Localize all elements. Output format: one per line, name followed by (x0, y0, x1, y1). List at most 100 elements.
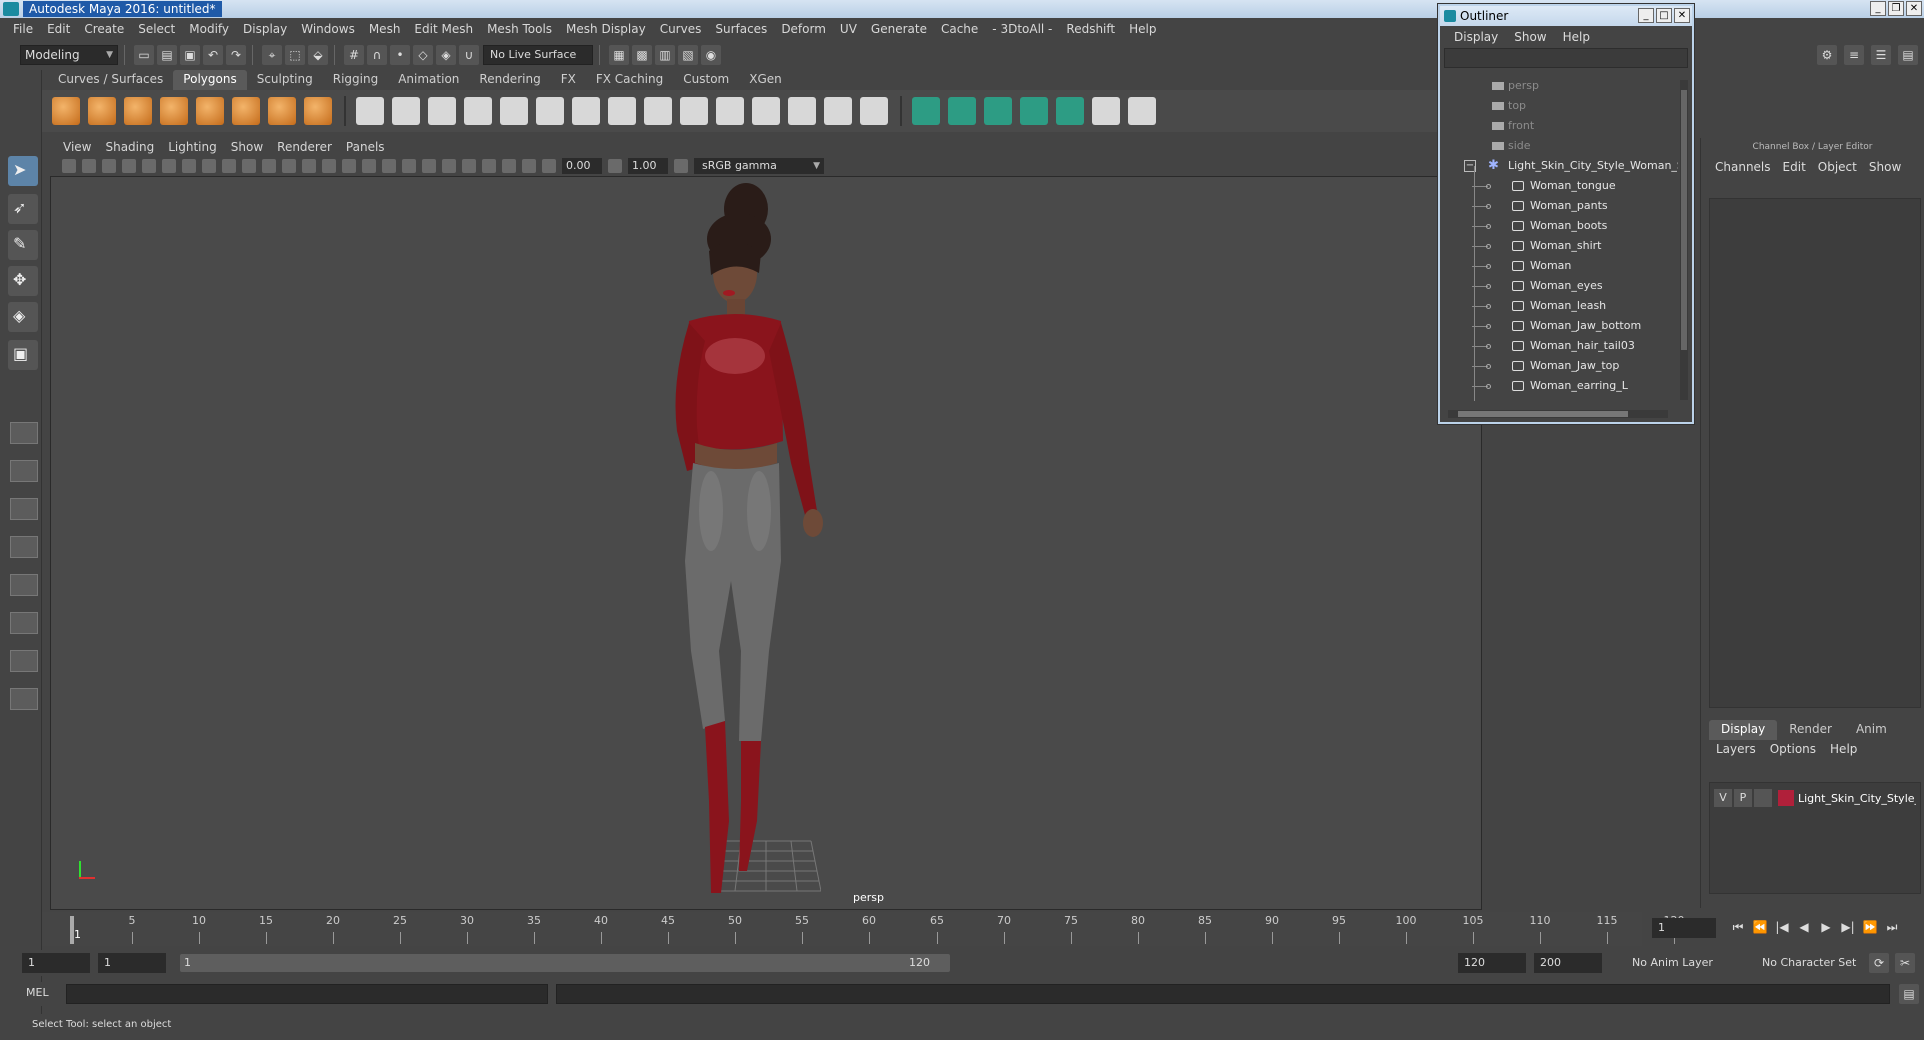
tab-anim[interactable]: Anim (1844, 720, 1899, 740)
outliner-item-woman-leash[interactable]: Woman_leash (1442, 296, 1678, 316)
character-model[interactable] (631, 181, 861, 901)
grid-toggle-icon[interactable] (182, 159, 196, 173)
menu-windows[interactable]: Windows (294, 22, 362, 36)
menu-redshift[interactable]: Redshift (1059, 22, 1122, 36)
tab-fx-caching[interactable]: FX Caching (586, 70, 673, 90)
persp-graph-layout[interactable] (10, 574, 38, 596)
exposure-icon[interactable] (542, 159, 556, 173)
scroll-thumb[interactable] (1681, 90, 1687, 350)
persp-outliner-layout[interactable] (10, 536, 38, 558)
snap-point-icon[interactable]: • (390, 45, 410, 65)
poly-pyramid-icon[interactable] (268, 97, 296, 125)
current-frame-field[interactable]: 1 (1652, 918, 1716, 938)
tool-settings-icon[interactable]: ☰ (1871, 45, 1891, 65)
lasso-tool-button[interactable]: ➶ (8, 194, 38, 224)
image-plane-icon[interactable] (122, 159, 136, 173)
tab-display[interactable]: Display (1709, 720, 1778, 740)
bookmark-icon[interactable] (102, 159, 116, 173)
hypershade-icon[interactable]: ◉ (701, 45, 721, 65)
modeling-toolkit-icon[interactable]: ⚙ (1817, 45, 1837, 65)
animation-end-field[interactable]: 200 (1534, 953, 1602, 973)
outliner-close-button[interactable]: ✕ (1674, 8, 1690, 23)
hypershade-layout[interactable] (10, 612, 38, 634)
gamma-icon[interactable] (608, 159, 622, 173)
panel-menu-lighting[interactable]: Lighting (161, 140, 224, 154)
auto-key-icon[interactable]: ⟳ (1869, 953, 1889, 973)
render-current-icon[interactable]: ▩ (632, 45, 652, 65)
scale-tool-button[interactable]: ▣ (8, 340, 38, 370)
panel-menu-shading[interactable]: Shading (98, 140, 161, 154)
panel-menu-renderer[interactable]: Renderer (270, 140, 339, 154)
layer-visibility-toggle[interactable]: V (1714, 789, 1732, 807)
tab-render[interactable]: Render (1777, 720, 1844, 740)
planar-uv-icon[interactable] (912, 97, 940, 125)
channel-menu-object[interactable]: Object (1812, 160, 1863, 174)
multi-cut-icon[interactable] (572, 97, 600, 125)
2d-pan-zoom-icon[interactable] (142, 159, 156, 173)
shadows-icon[interactable] (402, 159, 416, 173)
outliner-item-woman-jaw-bottom[interactable]: Woman_Jaw_bottom (1442, 316, 1678, 336)
outliner-title-bar[interactable]: Outliner _ □ ✕ (1440, 6, 1692, 26)
poly-plane-icon[interactable] (196, 97, 224, 125)
layer-menu-help[interactable]: Help (1823, 742, 1864, 756)
poly-cube-icon[interactable] (88, 97, 116, 125)
go-to-end-button[interactable]: ⏭ (1884, 918, 1900, 936)
snap-surface-icon[interactable]: ◈ (436, 45, 456, 65)
channel-list[interactable] (1709, 198, 1921, 708)
snap-grid-icon[interactable]: # (344, 45, 364, 65)
uv-editor-icon[interactable] (1056, 97, 1084, 125)
reduce-icon[interactable] (500, 97, 528, 125)
snap-view-icon[interactable]: ◇ (413, 45, 433, 65)
select-component-icon[interactable]: ⬙ (308, 45, 328, 65)
attribute-editor-icon[interactable]: ≡ (1844, 45, 1864, 65)
gamma-field[interactable]: 1.00 (628, 158, 668, 174)
animation-start-field[interactable]: 1 (22, 953, 90, 973)
layer-color-swatch[interactable] (1778, 790, 1794, 806)
wireframe-icon[interactable] (302, 159, 316, 173)
safe-action-icon[interactable] (282, 159, 296, 173)
paint-select-button[interactable]: ✎ (8, 230, 38, 260)
channel-menu-edit[interactable]: Edit (1777, 160, 1812, 174)
menu-deform[interactable]: Deform (774, 22, 833, 36)
isolate-select-icon[interactable] (482, 159, 496, 173)
anim-layer-dropdown[interactable]: No Anim Layer (1626, 953, 1748, 973)
range-slider[interactable]: 1 120 (180, 954, 950, 972)
layer-playback-toggle[interactable]: P (1734, 789, 1752, 807)
layout-more[interactable] (10, 688, 38, 710)
poly-cone-icon[interactable] (160, 97, 188, 125)
outliner-horizontal-scrollbar[interactable] (1448, 410, 1668, 418)
smooth-shade-icon[interactable] (322, 159, 336, 173)
outliner-menu-show[interactable]: Show (1506, 30, 1554, 44)
select-object-icon[interactable]: ⬚ (285, 45, 305, 65)
outliner-menu-display[interactable]: Display (1446, 30, 1506, 44)
layer-menu-layers[interactable]: Layers (1709, 742, 1763, 756)
fill-hole-icon[interactable] (860, 97, 888, 125)
outliner-item-front[interactable]: front (1442, 116, 1678, 136)
step-forward-key-button[interactable]: ⏩ (1862, 918, 1878, 936)
menu-mesh[interactable]: Mesh (362, 22, 408, 36)
bridge-icon[interactable] (644, 97, 672, 125)
new-scene-icon[interactable]: ▭ (134, 45, 154, 65)
menu-edit[interactable]: Edit (40, 22, 77, 36)
channel-menu-show[interactable]: Show (1863, 160, 1907, 174)
camera-attributes-icon[interactable] (82, 159, 96, 173)
poly-cylinder-icon[interactable] (124, 97, 152, 125)
append-polygon-icon[interactable] (788, 97, 816, 125)
textured-icon[interactable] (362, 159, 376, 173)
render-view-icon[interactable]: ▦ (609, 45, 629, 65)
combine-icon[interactable] (356, 97, 384, 125)
show-manipulator-button[interactable] (10, 422, 38, 444)
menu-set-dropdown[interactable]: Modeling ▼ (20, 45, 118, 65)
use-all-lights-icon[interactable] (382, 159, 396, 173)
step-back-frame-button[interactable]: |◀ (1774, 918, 1790, 936)
mirror-icon[interactable] (536, 97, 564, 125)
layer-menu-options[interactable]: Options (1763, 742, 1823, 756)
playback-end-field[interactable]: 120 (1458, 953, 1526, 973)
menu-display[interactable]: Display (236, 22, 294, 36)
menu-uv[interactable]: UV (833, 22, 864, 36)
snap-curve-icon[interactable]: ∩ (367, 45, 387, 65)
outliner-item-woman-eyes[interactable]: Woman_eyes (1442, 276, 1678, 296)
insert-edge-loop-icon[interactable] (716, 97, 744, 125)
outliner-item-woman-boots[interactable]: Woman_boots (1442, 216, 1678, 236)
tab-fx[interactable]: FX (551, 70, 586, 90)
